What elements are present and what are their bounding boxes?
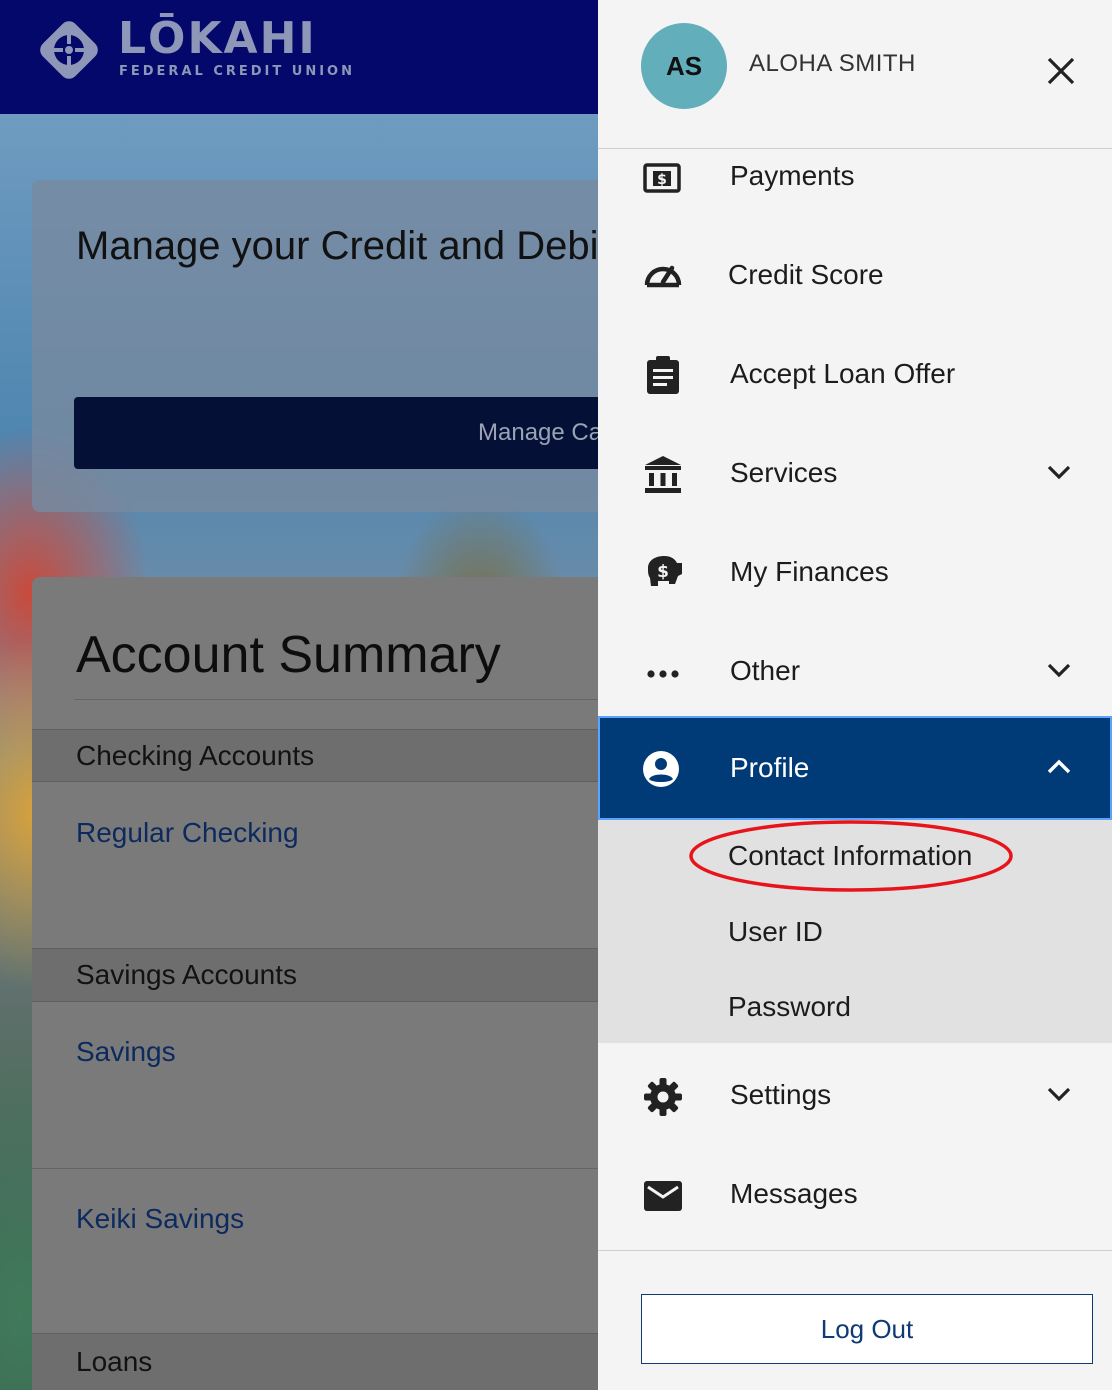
chevron-up-icon	[1047, 759, 1071, 774]
submenu-password[interactable]: Password	[728, 991, 851, 1023]
menu-label-credit-score: Credit Score	[728, 259, 884, 290]
bank-icon	[645, 456, 681, 493]
divider	[598, 1250, 1112, 1251]
logo-emblem-icon	[40, 21, 98, 79]
menu-label-settings: Settings	[730, 1079, 832, 1110]
divider	[32, 1168, 600, 1169]
logo-subtitle: FEDERAL CREDIT UNION	[119, 64, 355, 79]
menu-item-payments[interactable]: $ Payments	[598, 130, 1112, 229]
avatar: AS	[641, 23, 727, 109]
drawer-header: AS ALOHA SMITH	[598, 0, 1112, 149]
gear-icon	[644, 1078, 682, 1116]
svg-text:$: $	[657, 562, 669, 582]
menu-item-services[interactable]: Services	[598, 423, 1112, 522]
menu-label-my-finances: My Finances	[730, 556, 889, 587]
background-page: LŌKAHI FEDERAL CREDIT UNION Manage your …	[0, 0, 600, 1390]
menu-item-other[interactable]: Other	[598, 621, 1112, 720]
clipboard-icon	[647, 356, 679, 394]
menu-item-messages[interactable]: Messages	[598, 1144, 1112, 1243]
menu-item-credit-score[interactable]: Credit Score	[598, 225, 1112, 324]
svg-text:$: $	[657, 172, 667, 188]
chevron-down-icon	[1047, 465, 1071, 480]
section-loans: Loans	[32, 1333, 600, 1390]
navigation-drawer: AS ALOHA SMITH $ Payments Credit Score A…	[598, 0, 1112, 1390]
user-name: ALOHA SMITH	[749, 50, 916, 77]
manage-cards-title: Manage your Credit and Debit	[76, 224, 600, 268]
envelope-icon	[644, 1181, 682, 1211]
site-header: LŌKAHI FEDERAL CREDIT UNION	[0, 0, 600, 114]
menu-label-payments: Payments	[730, 160, 855, 191]
account-savings[interactable]: Savings	[76, 1036, 176, 1068]
menu-item-settings[interactable]: Settings	[598, 1045, 1112, 1144]
account-summary-card: Account Summary Checking Accounts Regula…	[32, 577, 600, 1390]
highlight-annotation	[689, 820, 1013, 892]
logo-name: LŌKAHI	[118, 13, 317, 64]
more-dots-icon	[647, 670, 679, 678]
menu-label-other: Other	[730, 655, 801, 686]
account-keiki-savings[interactable]: Keiki Savings	[76, 1203, 244, 1235]
manage-cards-button[interactable]: Manage Car	[74, 397, 600, 469]
logout-button[interactable]: Log Out	[641, 1294, 1093, 1364]
menu-label-services: Services	[730, 457, 838, 488]
close-icon[interactable]	[1042, 52, 1080, 90]
menu-item-my-finances[interactable]: $ My Finances	[598, 522, 1112, 621]
menu-label-accept-loan-offer: Accept Loan Offer	[730, 358, 956, 389]
chevron-down-icon	[1047, 1087, 1071, 1102]
dollar-bill-icon: $	[643, 163, 681, 193]
menu-item-profile[interactable]: Profile	[598, 716, 1112, 820]
account-summary-title: Account Summary	[76, 626, 501, 684]
menu-item-accept-loan-offer[interactable]: Accept Loan Offer	[598, 324, 1112, 423]
section-checking: Checking Accounts	[32, 729, 600, 782]
gauge-icon	[644, 265, 682, 288]
account-regular-checking[interactable]: Regular Checking	[76, 817, 299, 849]
chevron-down-icon	[1047, 663, 1071, 678]
user-circle-icon	[643, 751, 679, 787]
submenu-user-id[interactable]: User ID	[728, 916, 823, 948]
menu-label-profile: Profile	[730, 752, 810, 783]
section-savings: Savings Accounts	[32, 948, 600, 1002]
divider	[74, 699, 600, 700]
piggy-bank-icon: $	[648, 556, 682, 586]
manage-cards-card: Manage your Credit and Debit Manage Car	[32, 180, 600, 512]
menu-label-messages: Messages	[730, 1178, 858, 1209]
